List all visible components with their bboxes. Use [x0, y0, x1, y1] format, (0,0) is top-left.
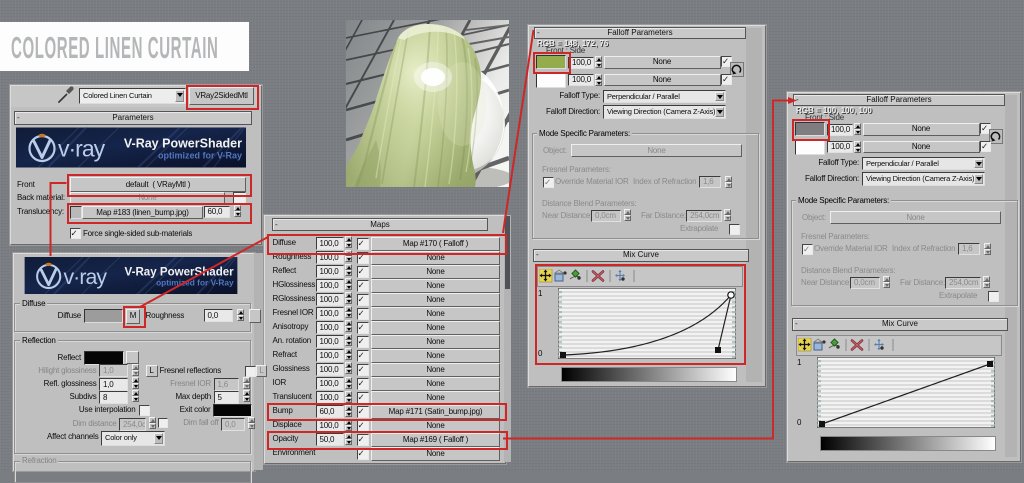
svg-text:optimized for V-Ray: optimized for V-Ray	[156, 278, 234, 288]
svg-text:v·ray: v·ray	[63, 265, 107, 289]
svg-text:v·ray: v·ray	[58, 136, 106, 162]
svg-text:optimized for V-Ray: optimized for V-Ray	[158, 151, 242, 161]
svg-text:V-Ray PowerShader: V-Ray PowerShader	[124, 137, 242, 151]
svg-text:V-Ray PowerShader: V-Ray PowerShader	[125, 267, 235, 279]
